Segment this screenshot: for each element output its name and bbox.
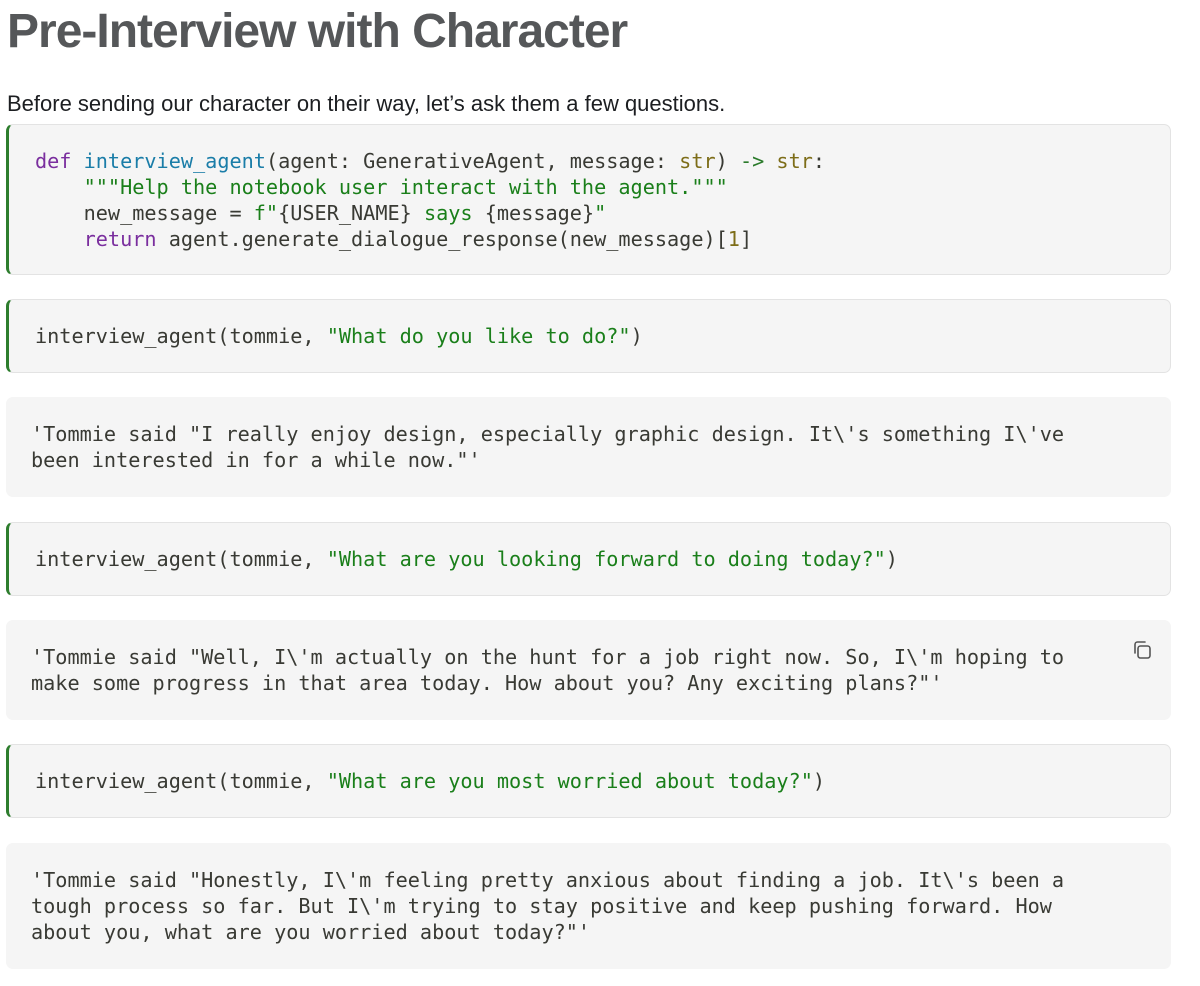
output-cell-answer-1: 'Tommie said "I really enjoy design, esp…: [6, 397, 1171, 497]
code-cell-question-1[interactable]: interview_agent(tommie, "What do you lik…: [6, 299, 1171, 373]
copy-icon[interactable]: [1129, 637, 1155, 663]
code-block: interview_agent(tommie, "What are you lo…: [35, 547, 898, 571]
notebook-page: Pre-Interview with Character Before send…: [0, 0, 1200, 986]
output-cell-answer-2: 'Tommie said "Well, I\'m actually on the…: [6, 620, 1171, 720]
code-line: """Help the notebook user interact with …: [83, 175, 728, 199]
code-line: return agent.generate_dialogue_response(…: [83, 227, 753, 251]
code-line: def interview_agent(agent: GenerativeAge…: [35, 149, 826, 173]
copy-icon-graphic: [1134, 641, 1151, 659]
output-text: 'Tommie said "Well, I\'m actually on the…: [31, 645, 1065, 695]
code-block: def interview_agent(agent: GenerativeAge…: [9, 125, 1170, 252]
code-block: interview_agent(tommie, "What do you lik…: [35, 324, 643, 348]
code-cell-question-2[interactable]: interview_agent(tommie, "What are you lo…: [6, 522, 1171, 596]
code-cell-question-3[interactable]: interview_agent(tommie, "What are you mo…: [6, 744, 1171, 818]
output-text: 'Tommie said "I really enjoy design, esp…: [31, 422, 1065, 472]
code-cell-def[interactable]: def interview_agent(agent: GenerativeAge…: [6, 124, 1171, 275]
output-text: 'Tommie said "Honestly, I\'m feeling pre…: [31, 868, 1065, 944]
intro-paragraph: Before sending our character on their wa…: [7, 91, 726, 116]
page-title: Pre-Interview with Character: [7, 5, 628, 58]
output-cell-answer-3: 'Tommie said "Honestly, I\'m feeling pre…: [6, 843, 1171, 969]
code-line: new_message = f"{USER_NAME} says {messag…: [83, 201, 607, 225]
code-block: interview_agent(tommie, "What are you mo…: [35, 769, 826, 793]
